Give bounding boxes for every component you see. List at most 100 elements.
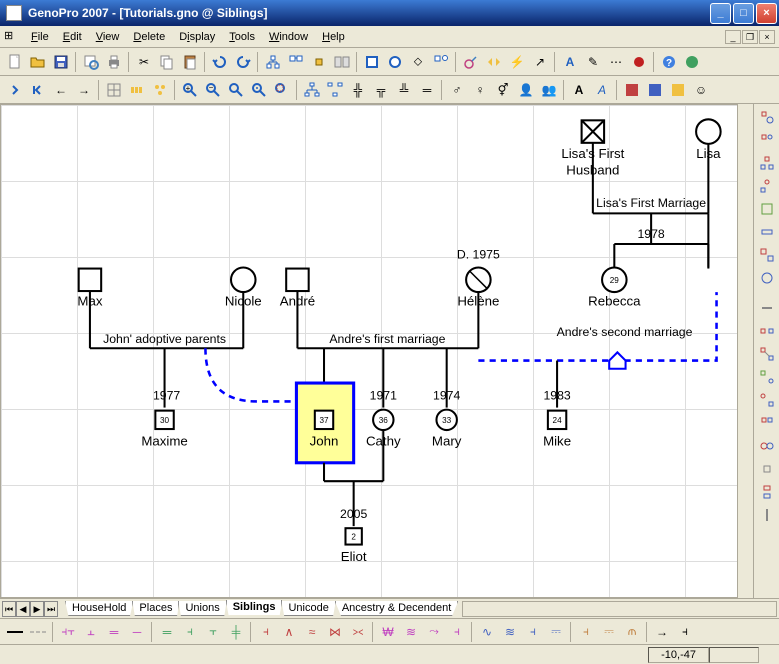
mdi-close[interactable]: × xyxy=(759,30,775,44)
btool-12[interactable]: ∧ xyxy=(278,621,300,643)
rtool-5[interactable] xyxy=(756,198,778,220)
btool-15[interactable]: ⪥ xyxy=(347,621,369,643)
zoom-out-button[interactable]: − xyxy=(202,79,224,101)
btool-5[interactable]: ═ xyxy=(103,621,125,643)
nav-button-2[interactable] xyxy=(27,79,49,101)
rtool-1[interactable] xyxy=(756,106,778,128)
btool-11[interactable]: ⫞ xyxy=(255,621,277,643)
paste-button[interactable] xyxy=(179,51,201,73)
btool-22[interactable]: ⫞ xyxy=(522,621,544,643)
tree-button-6[interactable]: ═ xyxy=(416,79,438,101)
italic-button[interactable]: A xyxy=(591,79,613,101)
tool-button-6[interactable]: ↗ xyxy=(529,51,551,73)
tool-button-5[interactable] xyxy=(483,51,505,73)
rtool-8[interactable] xyxy=(756,267,778,289)
btool-1[interactable] xyxy=(4,621,26,643)
tab-next[interactable]: ▶ xyxy=(30,601,44,617)
open-button[interactable] xyxy=(27,51,49,73)
menu-delete[interactable]: Delete xyxy=(126,29,172,45)
person-button-5[interactable]: 👥 xyxy=(538,79,560,101)
add-female-button[interactable] xyxy=(384,51,406,73)
color-button-4[interactable]: ☺ xyxy=(690,79,712,101)
canvas[interactable]: Lisa's FirstHusband Lisa Lisa's First Ma… xyxy=(0,104,737,598)
tool-button-4[interactable] xyxy=(331,51,353,73)
print-preview-button[interactable] xyxy=(80,51,102,73)
mdi-minimize[interactable]: _ xyxy=(725,30,741,44)
zoom-fit-button[interactable] xyxy=(225,79,247,101)
rtool-9[interactable] xyxy=(756,297,778,319)
add-unknown-button[interactable]: ⬦ xyxy=(407,51,429,73)
btool-13[interactable]: ≈ xyxy=(301,621,323,643)
rtool-14[interactable] xyxy=(756,412,778,434)
rtool-16[interactable] xyxy=(756,458,778,480)
tab-household[interactable]: HouseHold xyxy=(65,601,133,616)
tool-button-3[interactable] xyxy=(308,51,330,73)
btool-21[interactable]: ≋ xyxy=(499,621,521,643)
rtool-18[interactable] xyxy=(756,504,778,526)
tab-first[interactable]: ⏮ xyxy=(2,601,16,617)
person-button-4[interactable]: 👤 xyxy=(515,79,537,101)
menu-help[interactable]: Help xyxy=(315,29,352,45)
person-button-3[interactable]: ⚥ xyxy=(492,79,514,101)
minimize-button[interactable]: _ xyxy=(710,3,731,24)
tab-siblings[interactable]: Siblings xyxy=(226,600,283,615)
btool-18[interactable]: ⤳ xyxy=(423,621,445,643)
btool-20[interactable]: ∿ xyxy=(476,621,498,643)
btool-19[interactable]: ⫞ xyxy=(446,621,468,643)
nav-button-3[interactable]: ← xyxy=(50,79,72,101)
btool-14[interactable]: ⋈ xyxy=(324,621,346,643)
person-nicole[interactable] xyxy=(231,268,256,293)
btool-26[interactable]: ⫙ xyxy=(621,621,643,643)
btool-23[interactable]: ⎓ xyxy=(545,621,567,643)
btool-8[interactable]: ⫞ xyxy=(179,621,201,643)
rtool-4[interactable] xyxy=(756,175,778,197)
lightning-button[interactable]: ⚡ xyxy=(506,51,528,73)
layout-button-2[interactable] xyxy=(149,79,171,101)
person-max[interactable] xyxy=(79,269,101,291)
btool-24[interactable]: ⫞ xyxy=(575,621,597,643)
zoom-in-button[interactable]: + xyxy=(179,79,201,101)
tool-button-2[interactable] xyxy=(285,51,307,73)
web-button[interactable] xyxy=(681,51,703,73)
tree-button-2[interactable] xyxy=(324,79,346,101)
tab-prev[interactable]: ◀ xyxy=(16,601,30,617)
btool-6[interactable]: ─ xyxy=(126,621,148,643)
btool-16[interactable]: ₩ xyxy=(377,621,399,643)
menu-edit[interactable]: Edit xyxy=(56,29,89,45)
person-button-1[interactable]: ♂ xyxy=(446,79,468,101)
color-button-2[interactable] xyxy=(644,79,666,101)
record-button[interactable] xyxy=(628,51,650,73)
add-family-button[interactable] xyxy=(430,51,452,73)
palette-button[interactable]: ⋯ xyxy=(605,51,627,73)
genogram-svg[interactable]: Lisa's FirstHusband Lisa Lisa's First Ma… xyxy=(1,105,737,590)
menu-tools[interactable]: Tools xyxy=(222,29,262,45)
rtool-3[interactable] xyxy=(756,152,778,174)
nav-button-1[interactable] xyxy=(4,79,26,101)
add-male-button[interactable] xyxy=(361,51,383,73)
rtool-13[interactable] xyxy=(756,389,778,411)
btool-7[interactable]: ═ xyxy=(156,621,178,643)
gender-button[interactable] xyxy=(460,51,482,73)
close-button[interactable]: × xyxy=(756,3,777,24)
layout-button-1[interactable] xyxy=(126,79,148,101)
rtool-12[interactable] xyxy=(756,366,778,388)
color-button-1[interactable] xyxy=(621,79,643,101)
btool-17[interactable]: ≋ xyxy=(400,621,422,643)
grid-button[interactable] xyxy=(103,79,125,101)
zoom-100-button[interactable] xyxy=(248,79,270,101)
text-button[interactable]: A xyxy=(559,51,581,73)
menu-display[interactable]: Display xyxy=(172,29,222,45)
tab-places[interactable]: Places xyxy=(132,601,179,616)
rtool-7[interactable] xyxy=(756,244,778,266)
pencil-button[interactable]: ✎ xyxy=(582,51,604,73)
tab-unicode[interactable]: Unicode xyxy=(281,601,335,616)
zoom-sel-button[interactable] xyxy=(271,79,293,101)
rtool-10[interactable] xyxy=(756,320,778,342)
tree-button-3[interactable]: ╬ xyxy=(347,79,369,101)
btool-27[interactable]: → xyxy=(651,621,673,643)
menu-file[interactable]: File xyxy=(24,29,56,45)
menu-window[interactable]: Window xyxy=(262,29,315,45)
save-button[interactable] xyxy=(50,51,72,73)
tab-last[interactable]: ⏭ xyxy=(44,601,58,617)
vertical-scrollbar[interactable] xyxy=(737,104,753,598)
